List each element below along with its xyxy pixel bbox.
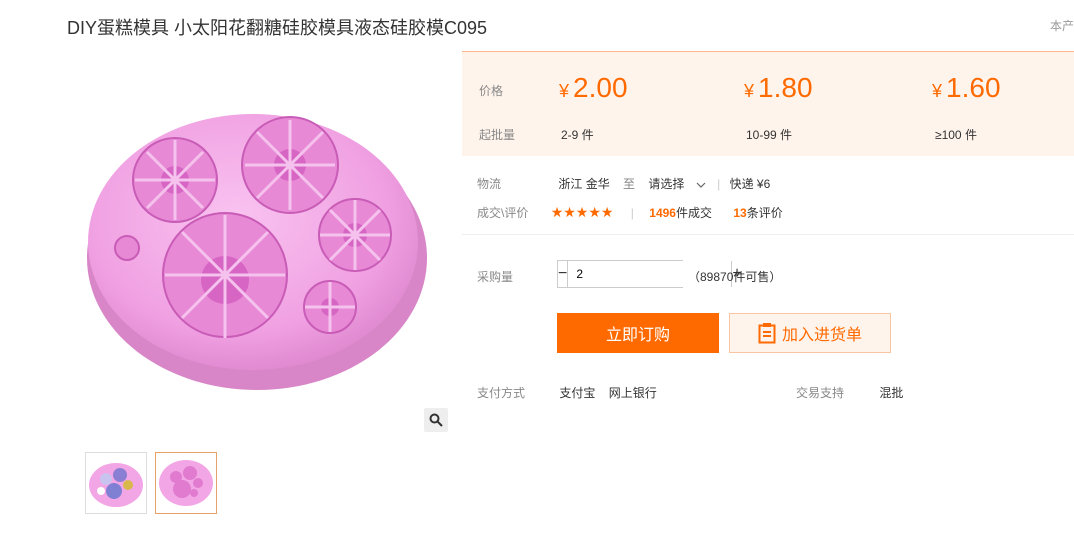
price-label: 价格 bbox=[479, 84, 504, 98]
rating-stars: ★★★★★ bbox=[550, 204, 614, 220]
trade-support-row: 交易支持 混批 bbox=[796, 384, 903, 401]
deal-count: 1496 bbox=[649, 206, 676, 220]
currency-symbol: ¥ bbox=[932, 81, 943, 101]
tier-range: ≥100 件 bbox=[935, 128, 977, 142]
product-title: DIY蛋糕模具 小太阳花翻糖硅胶模具液态硅胶模C095 bbox=[67, 18, 488, 38]
trade-support-value: 混批 bbox=[879, 386, 904, 400]
separator: | bbox=[717, 177, 721, 191]
tier-range: 10-99 件 bbox=[746, 128, 793, 142]
available-stock: （89870件可售） bbox=[688, 270, 782, 284]
tier-price: 1.60 bbox=[946, 72, 1001, 103]
price-panel: 价格 起批量 ¥2.00 2-9 件 ¥1.80 10-99 件 ¥1.60 ≥… bbox=[462, 51, 1074, 156]
add-to-cart-label: 加入进货单 bbox=[781, 327, 862, 344]
trade-support-label: 交易支持 bbox=[796, 386, 845, 400]
thumbnail-2[interactable] bbox=[155, 452, 217, 514]
logistics-label: 物流 bbox=[477, 177, 502, 191]
payment-method-alipay: 支付宝 bbox=[559, 386, 596, 400]
add-to-cart-button[interactable]: 加入进货单 bbox=[729, 313, 891, 353]
zoom-button[interactable] bbox=[424, 408, 448, 432]
express-fee: 快递 ¥6 bbox=[729, 177, 771, 191]
review-count-link[interactable]: 13条评价 bbox=[733, 206, 782, 220]
tier-price: 2.00 bbox=[573, 72, 628, 103]
payment-label: 支付方式 bbox=[477, 386, 526, 400]
tier-price: 1.80 bbox=[758, 72, 813, 103]
price-tier-1: ¥2.00 bbox=[559, 72, 628, 104]
destination-label: 请选择 bbox=[648, 177, 685, 191]
thumbnail-image bbox=[89, 463, 143, 507]
purchase-label: 采购量 bbox=[477, 268, 513, 285]
thumbnail-1[interactable] bbox=[85, 452, 147, 514]
payment-row: 支付方式 支付宝 网上银行 bbox=[477, 384, 657, 401]
review-suffix: 条评价 bbox=[746, 206, 783, 220]
deal-suffix: 件成交 bbox=[675, 206, 712, 220]
currency-symbol: ¥ bbox=[744, 81, 755, 101]
price-tier-2: ¥1.80 bbox=[744, 72, 813, 104]
payment-method-bank: 网上银行 bbox=[608, 386, 657, 400]
clipboard-icon bbox=[758, 323, 776, 344]
corner-link[interactable]: 本产 bbox=[1050, 17, 1074, 34]
currency-symbol: ¥ bbox=[559, 81, 570, 101]
deal-count-link[interactable]: 1496件成交 bbox=[649, 206, 712, 220]
thumbnail-strip bbox=[85, 452, 217, 514]
buy-now-button[interactable]: 立即订购 bbox=[557, 313, 719, 353]
silicone-mold-illustration bbox=[87, 114, 427, 390]
price-tier-3: ¥1.60 bbox=[932, 72, 1001, 104]
decrement-button[interactable]: − bbox=[558, 261, 569, 287]
section-divider bbox=[462, 234, 1074, 235]
purchase-label-text: 采购量 bbox=[477, 270, 514, 284]
tier-range: 2-9 件 bbox=[561, 128, 594, 142]
separator: | bbox=[630, 206, 634, 220]
origin-location: 浙江 金华 bbox=[558, 177, 610, 191]
main-product-image[interactable] bbox=[85, 70, 435, 420]
destination-select[interactable]: 请选择 bbox=[648, 177, 709, 191]
thumbnail-image bbox=[159, 460, 213, 506]
moq-label: 起批量 bbox=[479, 128, 516, 142]
to-text: 至 bbox=[623, 177, 636, 191]
deals-row: 成交\评价 ★★★★★ | 1496件成交 13条评价 bbox=[477, 204, 783, 221]
logistics-row: 物流 浙江 金华 至 请选择 | 快递 ¥6 bbox=[477, 175, 770, 192]
deals-label: 成交\评价 bbox=[477, 206, 529, 220]
quantity-stepper: − + bbox=[557, 260, 742, 288]
review-count: 13 bbox=[733, 206, 747, 220]
magnifier-icon bbox=[429, 413, 443, 427]
chevron-down-icon bbox=[696, 182, 706, 188]
